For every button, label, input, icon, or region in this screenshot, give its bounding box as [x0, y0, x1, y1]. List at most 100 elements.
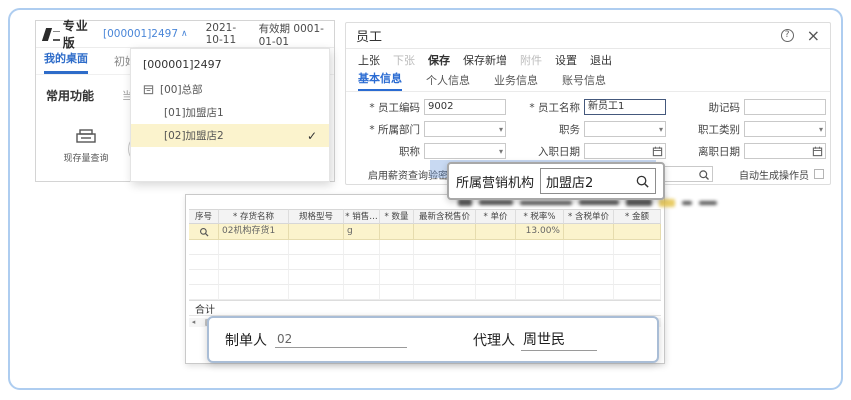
table-empty-row: [189, 255, 661, 270]
blur-smudge: [626, 199, 652, 206]
department-label: * 所属部门: [348, 122, 420, 137]
window-title: 员工: [356, 26, 382, 45]
magnifier-icon[interactable]: [635, 174, 650, 189]
tab-account-info[interactable]: 账号信息: [562, 72, 606, 91]
cell-sales[interactable]: g: [344, 224, 380, 240]
auto-operator-checkbox[interactable]: [814, 169, 824, 179]
tab-business-info[interactable]: 业务信息: [494, 72, 538, 91]
col-sales: * 销售…: [344, 209, 380, 224]
table-empty-rows: [189, 240, 661, 300]
employee-type-select[interactable]: ▾: [744, 121, 826, 137]
popup-agent-label: 代理人: [473, 330, 515, 350]
table-header-row: 序号 * 存货名称 规格型号 * 销售… * 数量 最新含税售价 * 单价 * …: [189, 209, 661, 224]
cell-item-name[interactable]: 02机构存货1: [219, 224, 289, 240]
org-dropdown-header: [000001]2497: [131, 49, 329, 78]
leave-date-input[interactable]: [744, 143, 826, 159]
chevron-down-icon: ▾: [659, 123, 663, 137]
mnemonic-input[interactable]: [744, 99, 826, 115]
auto-operator-label: 自动生成操作员: [739, 167, 809, 182]
blur-smudge: [579, 200, 619, 205]
table-empty-row: [189, 270, 661, 285]
col-tax-price: * 含税单价: [564, 209, 614, 224]
employee-code-input[interactable]: 9002: [424, 99, 506, 115]
cell-latest-price[interactable]: [414, 224, 476, 240]
check-icon: ✓: [307, 129, 317, 143]
desktop-header: 专业版 [000001]2497 ∧ 2021-10-11 有效期 0001-0…: [36, 21, 334, 48]
org-item-headquarters[interactable]: [00]总部: [131, 78, 329, 101]
cell-amount[interactable]: [614, 224, 661, 240]
close-icon[interactable]: ×: [807, 29, 820, 43]
row-magnifier-cell[interactable]: [189, 224, 219, 240]
chevron-down-icon: ▾: [819, 123, 823, 137]
inventory-table: 序号 * 存货名称 规格型号 * 销售… * 数量 最新含税售价 * 单价 * …: [189, 209, 661, 300]
total-row: 合计: [189, 300, 661, 316]
cell-spec[interactable]: [289, 224, 344, 240]
tab-my-desktop[interactable]: 我的桌面: [44, 50, 88, 74]
job-title-label: 职称: [348, 144, 420, 159]
tab-personal-info[interactable]: 个人信息: [426, 72, 470, 91]
next-record-button: 下张: [393, 52, 415, 68]
job-title-select[interactable]: ▾: [424, 143, 506, 159]
popup-marketing-org-input[interactable]: 加盟店2: [540, 168, 656, 194]
magnifier-icon: [199, 227, 209, 237]
org-code: [000001]2497: [103, 28, 178, 40]
popup-maker-value: 02: [275, 332, 407, 348]
duty-select[interactable]: ▾: [584, 121, 666, 137]
save-button[interactable]: 保存: [428, 52, 450, 68]
settings-button[interactable]: 设置: [555, 52, 577, 68]
validity-text: 有效期 0001-01-01: [259, 21, 326, 48]
attachment-button: 附件: [520, 52, 542, 68]
col-qty: * 数量: [380, 209, 414, 224]
cell-tax-rate[interactable]: 13.00%: [516, 224, 564, 240]
chevron-down-icon: ▾: [499, 123, 503, 137]
duty-label: 职务: [508, 122, 580, 137]
department-select[interactable]: ▾: [424, 121, 506, 137]
exit-button[interactable]: 退出: [590, 52, 612, 68]
col-seq: 序号: [189, 209, 219, 224]
common-functions-title: 常用功能: [46, 87, 94, 104]
cell-unit-price[interactable]: [476, 224, 516, 240]
blur-smudge: [479, 200, 513, 205]
employee-type-label: 职工类别: [668, 122, 740, 137]
marketing-org-popup: 所属营销机构 加盟店2: [447, 162, 665, 200]
org-item-store2[interactable]: [02]加盟店2 ✓: [131, 124, 329, 147]
salary-verify-label: 启用薪资查询验密: [348, 167, 448, 182]
table-row[interactable]: 02机构存货1 g 13.00%: [189, 224, 661, 240]
employee-titlebar: 员工 ? ×: [346, 23, 830, 49]
popup-marketing-org-label: 所属营销机构: [456, 172, 534, 191]
blur-smudge: [520, 201, 572, 205]
hire-date-input[interactable]: [584, 143, 666, 159]
col-tax-rate: * 税率%: [516, 209, 564, 224]
logo-mark-icon: [42, 28, 52, 41]
table-empty-row: [189, 285, 661, 300]
calendar-icon: [812, 146, 823, 157]
chevron-down-icon: ▾: [499, 145, 503, 159]
maker-agent-popup: 制单人 02 代理人 周世民: [207, 316, 659, 363]
inventory-query-shortcut[interactable]: 现存量查询: [54, 129, 118, 164]
cell-qty[interactable]: [380, 224, 414, 240]
login-date: 2021-10-11: [206, 22, 249, 46]
employee-name-input[interactable]: 新员工1: [584, 99, 666, 115]
org-item-store1[interactable]: [01]加盟店1: [131, 101, 329, 124]
org-item-label: [02]加盟店2: [164, 128, 224, 143]
magnifier-icon[interactable]: [698, 169, 710, 181]
building-icon: [143, 84, 154, 95]
scroll-left-icon[interactable]: ◂: [189, 318, 198, 327]
prev-record-button[interactable]: 上张: [358, 52, 380, 68]
help-icon[interactable]: ?: [781, 29, 794, 42]
calendar-icon: [652, 146, 663, 157]
hire-date-label: 入职日期: [508, 144, 580, 159]
org-dropdown: [000001]2497 [00]总部 [01]加盟店1 [02]加盟店2 ✓: [130, 48, 330, 182]
org-selector[interactable]: [000001]2497 ∧: [103, 28, 188, 40]
printer-icon: [75, 129, 97, 146]
blur-smudge: [699, 201, 717, 205]
blur-smudge: [458, 199, 472, 206]
save-and-new-button[interactable]: 保存新增: [463, 52, 507, 68]
logo-edition-label: 专业版: [63, 17, 89, 51]
cell-tax-price[interactable]: [564, 224, 614, 240]
col-item-name: * 存货名称: [219, 209, 289, 224]
chevron-up-icon: ∧: [181, 29, 188, 39]
col-unit-price: * 单价: [476, 209, 516, 224]
tab-basic-info[interactable]: 基本信息: [358, 70, 402, 91]
leave-date-label: 离职日期: [668, 144, 740, 159]
